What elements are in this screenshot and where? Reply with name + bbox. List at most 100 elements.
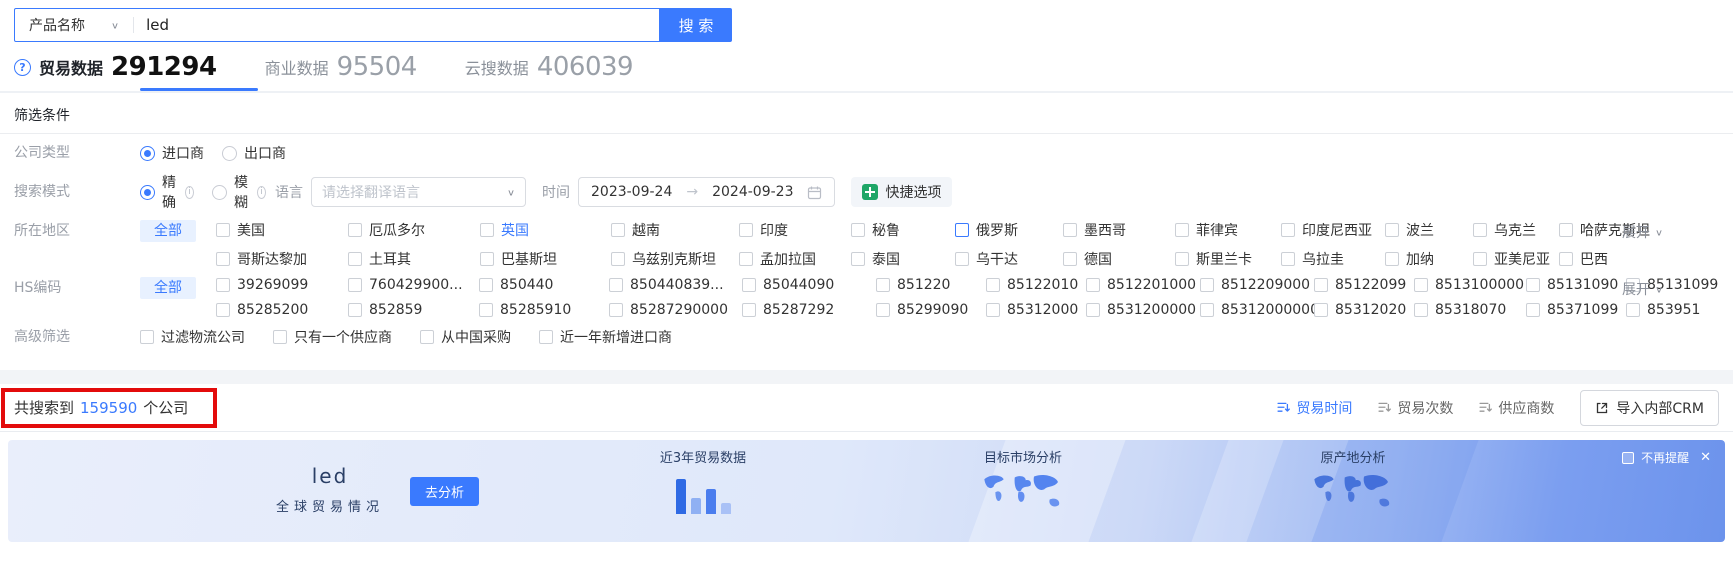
region-option[interactable]: 美国 (216, 220, 348, 240)
hs-code-option[interactable]: 85312000000 (1200, 302, 1319, 318)
checkbox-icon[interactable] (1281, 252, 1295, 266)
region-option[interactable]: 英国 (480, 220, 611, 240)
region-option[interactable]: 土耳其 (348, 249, 480, 269)
hs-code-option[interactable]: 8512201000 (1086, 277, 1200, 293)
checkbox-icon[interactable] (1385, 223, 1399, 237)
checkbox-icon[interactable] (1473, 223, 1487, 237)
checkbox-icon[interactable] (739, 252, 753, 266)
radio-fuzzy[interactable]: 模糊 i (212, 172, 266, 212)
hs-code-option[interactable]: 85312020 (1314, 302, 1414, 318)
hs-code-option[interactable]: 85122010 (986, 277, 1086, 293)
checkbox-icon[interactable] (611, 223, 625, 237)
region-option[interactable]: 哥斯达黎加 (216, 249, 348, 269)
search-button[interactable]: 搜 索 (660, 8, 732, 42)
hs-code-option[interactable]: 85285910 (479, 302, 609, 318)
region-option[interactable]: 秘鲁 (851, 220, 955, 240)
checkbox-icon[interactable] (1281, 223, 1295, 237)
hs-code-option[interactable]: 85285200 (216, 302, 348, 318)
hs-code-option[interactable]: 8512209000 (1200, 277, 1314, 293)
region-expand-link[interactable]: 展开 ∨ (1622, 222, 1663, 242)
checkbox-icon[interactable] (1526, 278, 1540, 292)
checkbox-icon[interactable] (479, 303, 493, 317)
region-option[interactable]: 亚美尼亚 (1473, 249, 1559, 269)
checkbox-icon[interactable] (216, 223, 230, 237)
search-input[interactable] (134, 16, 659, 34)
hs-code-option[interactable]: 85299090 (876, 302, 986, 318)
advanced-option[interactable]: 过滤物流公司 (140, 327, 245, 347)
hs-code-option[interactable]: 85044090 (742, 277, 876, 293)
language-select[interactable]: 请选择翻译语言 ∨ (311, 177, 526, 207)
hs-code-option[interactable]: 760429900... (348, 277, 479, 293)
region-option[interactable]: 乌兹别克斯坦 (611, 249, 739, 269)
hs-code-option[interactable]: 85312000 (986, 302, 1086, 318)
hs-code-option[interactable]: 85122099 (1314, 277, 1414, 293)
advanced-option[interactable]: 从中国采购 (420, 327, 511, 347)
hs-code-option[interactable]: 850440 (479, 277, 609, 293)
radio-icon[interactable] (212, 184, 227, 200)
advanced-option[interactable]: 近一年新增进口商 (539, 327, 672, 347)
hs-code-option[interactable]: 8531200000 (1086, 302, 1200, 318)
checkbox-icon[interactable] (609, 303, 623, 317)
hs-code-option[interactable]: 852859 (348, 302, 479, 318)
region-option[interactable]: 越南 (611, 220, 739, 240)
question-icon[interactable]: ? (14, 58, 31, 76)
dismiss-checkbox-icon[interactable] (1622, 451, 1635, 464)
checkbox-icon[interactable] (955, 252, 969, 266)
checkbox-icon[interactable] (348, 303, 362, 317)
radio-icon-selected[interactable] (140, 145, 155, 161)
checkbox-icon[interactable] (348, 278, 362, 292)
quick-options-button[interactable]: 快捷选项 (851, 177, 953, 207)
region-option[interactable]: 乌拉圭 (1281, 249, 1385, 269)
hs-code-option[interactable]: 85287290000 (609, 302, 742, 318)
checkbox-icon[interactable] (851, 223, 865, 237)
checkbox-icon[interactable] (420, 330, 434, 344)
checkbox-icon[interactable] (1314, 278, 1328, 292)
checkbox-icon[interactable] (1175, 223, 1189, 237)
region-option[interactable]: 菲律宾 (1175, 220, 1281, 240)
checkbox-icon[interactable] (876, 303, 890, 317)
region-all-chip[interactable]: 全部 (140, 220, 196, 242)
radio-exporter[interactable]: 出口商 (222, 143, 286, 163)
checkbox-icon[interactable] (1086, 303, 1100, 317)
checkbox-icon[interactable] (1063, 252, 1077, 266)
region-option[interactable]: 德国 (1063, 249, 1175, 269)
checkbox-icon[interactable] (1385, 252, 1399, 266)
analyze-button[interactable]: 去分析 (410, 477, 480, 506)
hs-code-option[interactable]: 850440839... (609, 277, 742, 293)
radio-exact[interactable]: 精确 i (140, 172, 194, 212)
end-date[interactable]: 2024-09-23 (712, 184, 793, 200)
region-option[interactable]: 印度尼西亚 (1281, 220, 1385, 240)
checkbox-icon[interactable] (609, 278, 623, 292)
checkbox-icon[interactable] (1414, 303, 1428, 317)
tab-trade-data[interactable]: ? 贸易数据 291294 (14, 52, 217, 82)
checkbox-icon[interactable] (1473, 252, 1487, 266)
checkbox-icon[interactable] (140, 330, 154, 344)
region-option[interactable]: 加纳 (1385, 249, 1473, 269)
checkbox-icon[interactable] (539, 330, 553, 344)
checkbox-icon[interactable] (216, 303, 230, 317)
checkbox-icon[interactable] (273, 330, 287, 344)
hs-code-option[interactable]: 39269099 (216, 277, 348, 293)
checkbox-icon[interactable] (348, 252, 362, 266)
hs-code-option[interactable]: 85287292 (742, 302, 876, 318)
region-option[interactable]: 孟加拉国 (739, 249, 851, 269)
region-option[interactable]: 厄瓜多尔 (348, 220, 480, 240)
checkbox-icon[interactable] (1314, 303, 1328, 317)
region-option[interactable]: 墨西哥 (1063, 220, 1175, 240)
checkbox-icon[interactable] (955, 223, 969, 237)
close-icon[interactable]: ✕ (1700, 450, 1711, 465)
checkbox-icon[interactable] (480, 252, 494, 266)
checkbox-icon[interactable] (1200, 303, 1214, 317)
hs-code-option[interactable]: 85371099 (1526, 302, 1626, 318)
checkbox-icon[interactable] (479, 278, 493, 292)
date-range-picker[interactable]: 2023-09-24 → 2024-09-23 (578, 177, 836, 207)
region-option[interactable]: 波兰 (1385, 220, 1473, 240)
import-crm-button[interactable]: 导入内部CRM (1580, 389, 1719, 426)
checkbox-icon[interactable] (216, 252, 230, 266)
hs-code-option[interactable]: 85318070 (1414, 302, 1526, 318)
checkbox-icon[interactable] (876, 278, 890, 292)
dismiss-control[interactable]: 不再提醒 ✕ (1622, 449, 1711, 466)
sort-button[interactable]: 供应商数 (1479, 398, 1554, 418)
radio-icon-selected[interactable] (140, 184, 155, 200)
checkbox-icon[interactable] (851, 252, 865, 266)
